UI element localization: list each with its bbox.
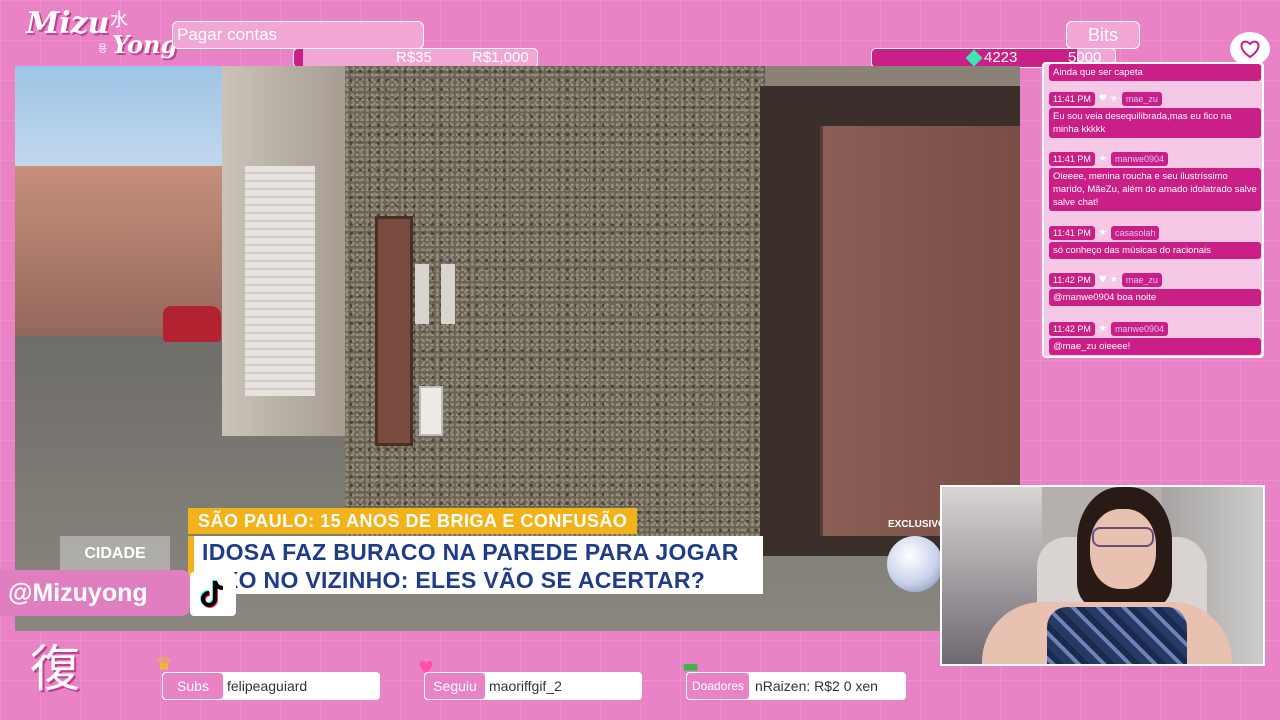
goal-target: R$1,000 (472, 49, 529, 66)
chat-badges: ♥ ★ (1098, 275, 1118, 285)
chat-timestamp: 11:42 PM (1049, 322, 1095, 336)
chat-message-text: Eu sou veia desequilibrada,mas eu fico n… (1049, 108, 1261, 138)
video-gate (820, 126, 1020, 536)
social-handle: @Mizuyong (0, 570, 190, 616)
goal-progress-fill (294, 49, 303, 67)
logo-kanji: 水 (110, 10, 128, 31)
video-car (163, 306, 221, 342)
chat-message: 11:42 PM ♥ ★ mae_zu @manwe0904 boa noite (1049, 273, 1261, 306)
goal-label: Pagar contas (172, 21, 424, 49)
video-meter (415, 264, 429, 324)
subs-label: Subs (162, 672, 224, 700)
webcam-face (1090, 509, 1156, 589)
tv-program-logo: CIDADE (60, 536, 170, 572)
chat-message-text: Ainda que ser capeta (1049, 64, 1261, 81)
chat-badges: ★ (1098, 228, 1107, 238)
chat-username[interactable]: mae_zu (1121, 92, 1162, 106)
video-vent (419, 386, 443, 436)
chat-username[interactable]: casasolah (1110, 226, 1160, 240)
chat-timestamp: 11:41 PM (1049, 152, 1095, 166)
chat-panel: Ainda que ser capeta 11:41 PM ♥ ★ mae_zu… (1042, 62, 1264, 358)
chat-message-partial: Ainda que ser capeta (1049, 64, 1261, 81)
webcam-feed (940, 485, 1265, 666)
goal-current: R$35 (396, 49, 432, 66)
video-meter (441, 264, 455, 324)
chat-message: 11:41 PM ♥ ★ mae_zu Eu sou veia desequil… (1049, 92, 1261, 138)
chat-timestamp: 11:41 PM (1049, 226, 1095, 240)
follow-label: Seguiu (424, 672, 486, 700)
chat-message-text: Oieeee, menina roucha e seu ilustríssimo… (1049, 168, 1261, 211)
chat-badges: ♥ ★ (1098, 94, 1118, 104)
goal-progress-bar: R$35 R$1,000 (293, 48, 538, 68)
tiktok-icon (190, 572, 236, 616)
donors-label: Doadores (686, 672, 750, 700)
chat-username[interactable]: manwe0904 (1110, 152, 1168, 166)
chat-message-text: só conheço das músicas do racionais (1049, 242, 1261, 259)
chat-timestamp: 11:41 PM (1049, 92, 1095, 106)
tv-headline-top: SÃO PAULO: 15 ANOS DE BRIGA E CONFUSÃO (188, 508, 638, 534)
chat-message: 11:42 PM ★ manwe0904 @mae_zu oieeee! (1049, 322, 1261, 355)
chat-username[interactable]: mae_zu (1121, 273, 1162, 287)
logo-yong-text: Yong (112, 30, 178, 59)
video-door (375, 216, 413, 446)
bits-label: Bits (1066, 21, 1140, 49)
chat-badges: ★ (1098, 324, 1107, 334)
bits-current: 4223 (984, 49, 1018, 66)
webcam-glasses (1092, 527, 1154, 547)
chat-message-text: @mae_zu oieeee! (1049, 338, 1261, 355)
chat-username[interactable]: manwe0904 (1110, 322, 1168, 336)
tv-headline-main: IDOSA FAZ BURACO NA PAREDE PARA JOGAR LI… (188, 536, 763, 594)
chat-badges: ★ (1098, 154, 1107, 164)
webcam-top (1047, 607, 1187, 664)
fuku-kanji-icon: 復 (30, 640, 80, 698)
chat-timestamp: 11:42 PM (1049, 273, 1095, 287)
chat-message: 11:41 PM ★ manwe0904 Oieeee, menina rouc… (1049, 152, 1261, 211)
video-garage-door (245, 166, 315, 396)
logo-korean: 용 (98, 44, 108, 55)
stream-video: CIDADE SÃO PAULO: 15 ANOS DE BRIGA E CON… (15, 66, 1020, 631)
tv-exclusive-label: EXCLUSIVO (888, 519, 946, 530)
chat-message: 11:41 PM ★ casasolah só conheço das músi… (1049, 226, 1261, 259)
channel-logo: Mizu 水 용 Yong (20, 4, 177, 64)
tv-orb-icon (887, 536, 943, 592)
logo-mizu-text: Mizu (26, 6, 110, 41)
chat-message-text: @manwe0904 boa noite (1049, 289, 1261, 306)
